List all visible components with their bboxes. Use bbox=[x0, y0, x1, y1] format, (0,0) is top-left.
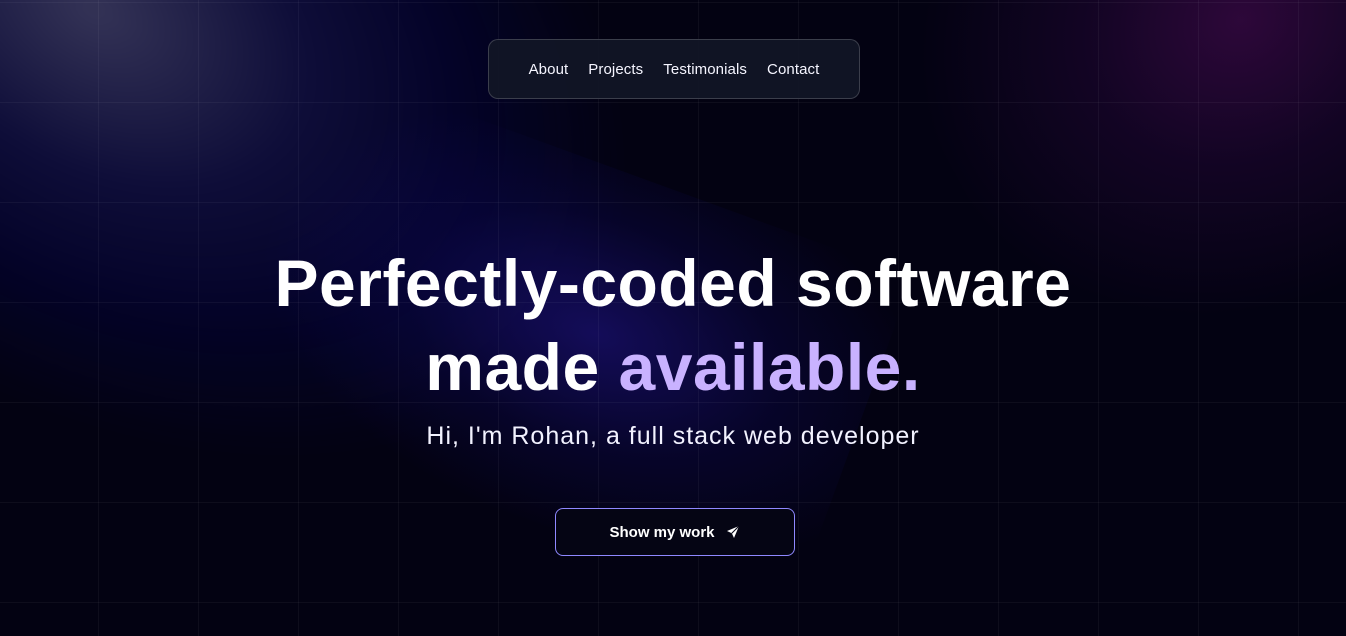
paper-plane-icon bbox=[726, 525, 739, 538]
nav-link-about[interactable]: About bbox=[529, 61, 569, 78]
hero-title-line-one: Perfectly-coded software bbox=[274, 246, 1072, 320]
hero-title: Perfectly-coded software made available. bbox=[173, 241, 1173, 409]
hero-title-line-two-prefix: made bbox=[425, 330, 600, 404]
portfolio-hero: About Projects Testimonials Contact Perf… bbox=[0, 0, 1346, 636]
top-navigation: About Projects Testimonials Contact bbox=[488, 39, 860, 99]
nav-link-contact[interactable]: Contact bbox=[767, 61, 819, 78]
nav-link-testimonials[interactable]: Testimonials bbox=[663, 61, 747, 78]
hero-subtitle: Hi, I'm Rohan, a full stack web develope… bbox=[426, 422, 920, 450]
show-my-work-button[interactable]: Show my work bbox=[555, 508, 795, 556]
hero-title-accent: available. bbox=[618, 330, 921, 404]
nav-link-projects[interactable]: Projects bbox=[588, 61, 643, 78]
show-my-work-label: Show my work bbox=[609, 523, 715, 541]
